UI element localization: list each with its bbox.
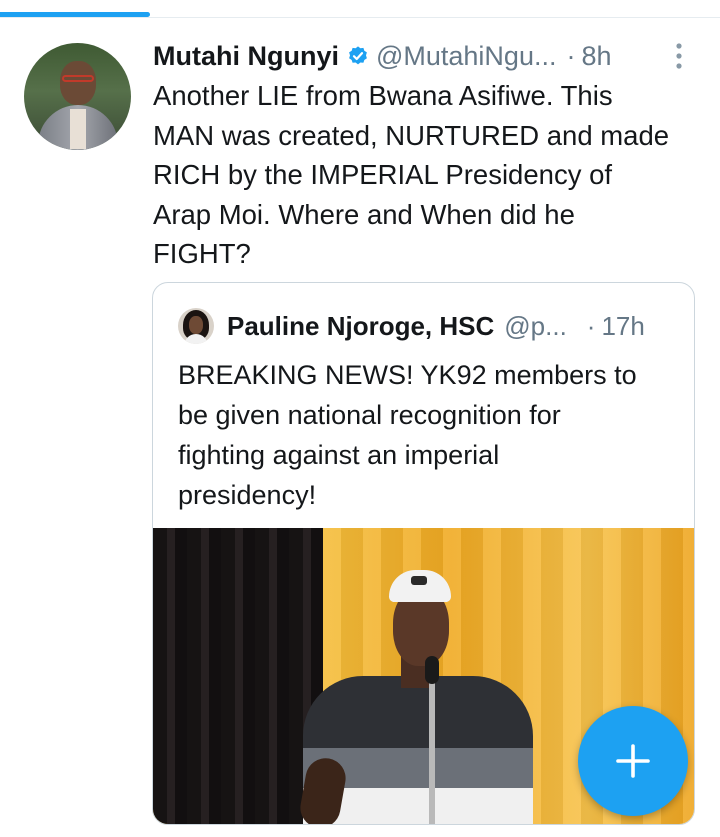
quoted-meta-separator: · <box>586 310 596 341</box>
quoted-author-avatar[interactable] <box>178 308 214 344</box>
media-microphone <box>425 656 439 684</box>
author-handle[interactable]: @MutahiNgu... <box>376 41 556 72</box>
author-name[interactable]: Mutahi Ngunyi <box>153 41 339 72</box>
tweet-header: Mutahi Ngunyi @MutahiNgu... · 8h <box>153 38 612 74</box>
quoted-tweet-time[interactable]: 17h <box>601 311 644 342</box>
plus-icon <box>616 744 650 778</box>
quoted-author-handle[interactable]: @p... <box>504 311 567 342</box>
media-mic-stand <box>429 678 435 824</box>
verified-badge-icon <box>349 46 367 65</box>
avatar-face <box>60 61 96 105</box>
quoted-avatar-face <box>189 316 203 334</box>
quoted-tweet-header: Pauline Njoroge, HSC @p... · 17h <box>227 308 645 344</box>
media-curtain <box>153 528 323 824</box>
tweet-text: Another LIE from Bwana Asifiwe. This MAN… <box>153 80 670 269</box>
author-avatar[interactable] <box>24 43 131 150</box>
top-divider <box>0 17 720 18</box>
media-cap-logo <box>411 576 427 585</box>
tweet-time[interactable]: 8h <box>581 41 611 72</box>
quoted-author-name[interactable]: Pauline Njoroge, HSC <box>227 311 494 342</box>
avatar-glasses <box>62 75 94 82</box>
quoted-tweet-text: BREAKING NEWS! YK92 members to be given … <box>178 360 637 510</box>
meta-separator: · <box>566 40 576 71</box>
avatar-shirt <box>70 109 86 149</box>
more-vertical-icon[interactable] <box>673 42 685 70</box>
compose-button[interactable] <box>578 706 688 816</box>
